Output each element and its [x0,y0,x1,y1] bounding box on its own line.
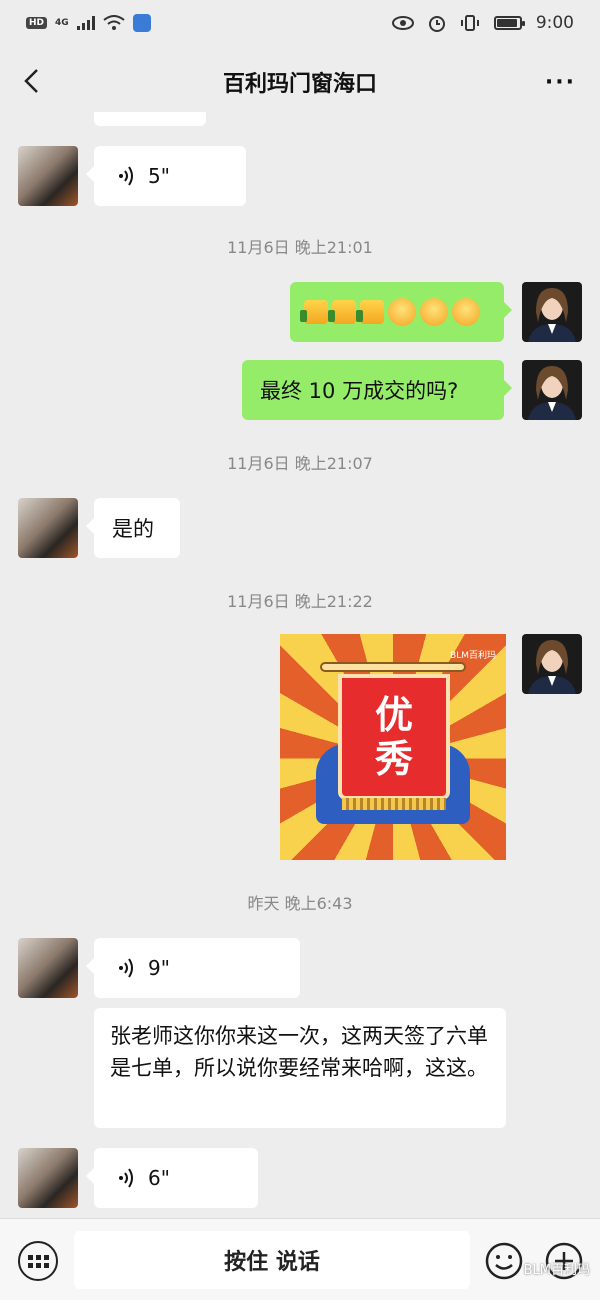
avatar[interactable] [18,1148,78,1208]
voice-wave-icon [119,166,133,186]
keyboard-icon[interactable] [18,1241,58,1281]
chat-title: 百利玛门窗海口 [222,72,377,97]
voice-duration: 6" [148,1166,170,1190]
sticker-rod [320,662,466,672]
message-text: 最终 10 万成交的吗? [260,379,459,403]
thumbs-up-emoji [356,300,384,324]
more-options-button[interactable]: ··· [545,70,576,95]
cover-face-emoji [420,298,448,326]
avatar[interactable] [18,146,78,206]
avatar[interactable] [18,938,78,998]
voice-wave-icon [119,1168,133,1188]
avatar[interactable] [522,634,582,694]
voice-message[interactable]: 6" [86,1148,258,1208]
timestamp: 11月6日 晚上21:01 [227,238,373,257]
avatar[interactable] [522,360,582,420]
vibrate-icon [460,15,479,31]
app-icon [132,14,151,32]
sticker-text: 优 [374,693,413,737]
chevron-left-icon[interactable] [18,66,48,96]
sticker-banner: 优 秀 [338,674,450,800]
hold-to-talk-button[interactable]: 按住 说话 [74,1231,470,1289]
avatar[interactable] [18,498,78,558]
message-text: 是的 [112,517,154,541]
battery-icon [493,16,525,30]
voice-duration: 9" [148,956,170,980]
input-bar: 按住 说话 BLM百利玛 [0,1218,600,1300]
thumbs-up-emoji [300,300,328,324]
network-type: 4G [55,18,69,28]
wifi-icon [103,15,125,30]
alarm-icon [428,16,445,32]
message-text: 张老师这你你来这一次，这两天签了六单是七单，所以说你要经常来哈啊，这这。 [110,1024,488,1080]
voice-message[interactable]: 9" [86,938,300,998]
emoji-message[interactable] [290,282,512,342]
watermark: BLM百利玛 [523,1263,590,1278]
status-bar: HD 4G 9:00 [0,0,600,46]
title-bar: 百利玛门窗海口 ··· [0,46,600,118]
sticker-image[interactable]: 优 秀 BLM百利玛 [280,634,506,860]
sticker-brand: BLM百利玛 [450,651,496,661]
timestamp: 11月6日 晚上21:22 [227,592,373,611]
signal-icon [76,16,95,30]
cover-face-emoji [452,298,480,326]
eye-icon [391,16,414,30]
voice-duration: 5" [148,164,170,188]
text-message[interactable]: 最终 10 万成交的吗? [242,360,512,420]
timestamp: 昨天 晚上6:43 [247,894,353,913]
thumbs-up-emoji [328,300,356,324]
emoji-icon[interactable] [484,1241,524,1281]
cover-face-emoji [388,298,416,326]
avatar[interactable] [522,282,582,342]
timestamp: 11月6日 晚上21:07 [227,454,373,473]
sticker-text: 秀 [374,737,413,781]
text-message[interactable]: 张老师这你你来这一次，这两天签了六单是七单，所以说你要经常来哈啊，这这。 [94,1008,506,1128]
text-message[interactable]: 是的 [86,498,180,558]
hd-badge: HD [26,17,48,29]
chat-area[interactable]: 5" 11月6日 晚上21:01 最终 10 万成交的吗? 11月6日 晚上21… [0,112,600,1218]
voice-wave-icon [119,958,133,978]
status-time: 9:00 [535,13,574,33]
sticker-fringe [342,798,446,810]
previous-bubble-fragment [94,112,206,126]
voice-message[interactable]: 5" [86,146,246,206]
